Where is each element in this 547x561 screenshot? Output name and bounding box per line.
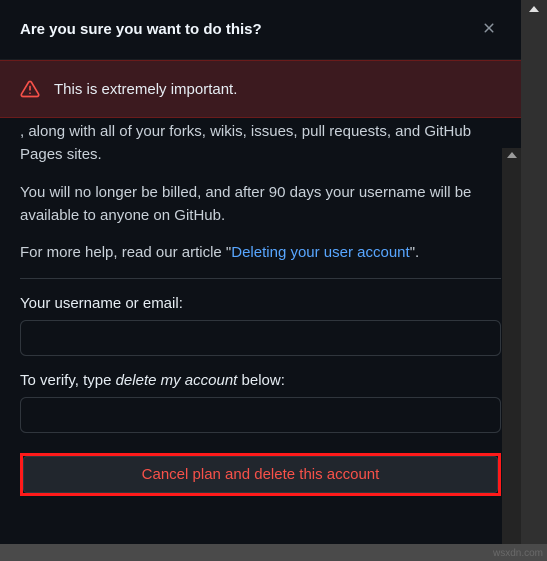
close-icon [481, 20, 497, 39]
scroll-up-arrow-icon[interactable] [529, 6, 539, 12]
verify-label: To verify, type delete my account below: [20, 372, 501, 389]
text: To verify, type [20, 372, 116, 389]
text: For more help, read our article " [20, 244, 231, 261]
close-button[interactable] [477, 16, 501, 43]
intro-paragraph: We will immediately delete all of your r… [20, 120, 501, 167]
highlight-annotation: Cancel plan and delete this account [20, 453, 501, 496]
warning-text: This is extremely important. [54, 81, 237, 98]
text: ". [410, 244, 420, 261]
text: below: [237, 372, 285, 389]
username-input[interactable] [20, 320, 501, 356]
text: , along with all of your forks, wikis, i… [20, 123, 471, 163]
billing-paragraph: You will no longer be billed, and after … [20, 181, 501, 228]
delete-account-modal: Are you sure you want to do this? This i… [0, 0, 521, 544]
scroll-up-arrow-icon[interactable] [507, 152, 517, 158]
modal-scrollbar[interactable] [502, 148, 521, 544]
alert-triangle-icon [20, 79, 40, 99]
watermark-text: wsxdn.com [493, 548, 543, 559]
verify-input[interactable] [20, 397, 501, 433]
divider [20, 278, 501, 279]
delete-account-button[interactable]: Cancel plan and delete this account [23, 456, 498, 493]
help-article-link[interactable]: Deleting your user account [231, 244, 409, 261]
modal-title: Are you sure you want to do this? [20, 21, 262, 38]
verify-phrase: delete my account [116, 372, 238, 389]
outer-scrollbar[interactable] [521, 0, 547, 544]
username-label: Your username or email: [20, 295, 501, 312]
help-paragraph: For more help, read our article "Deletin… [20, 241, 501, 264]
